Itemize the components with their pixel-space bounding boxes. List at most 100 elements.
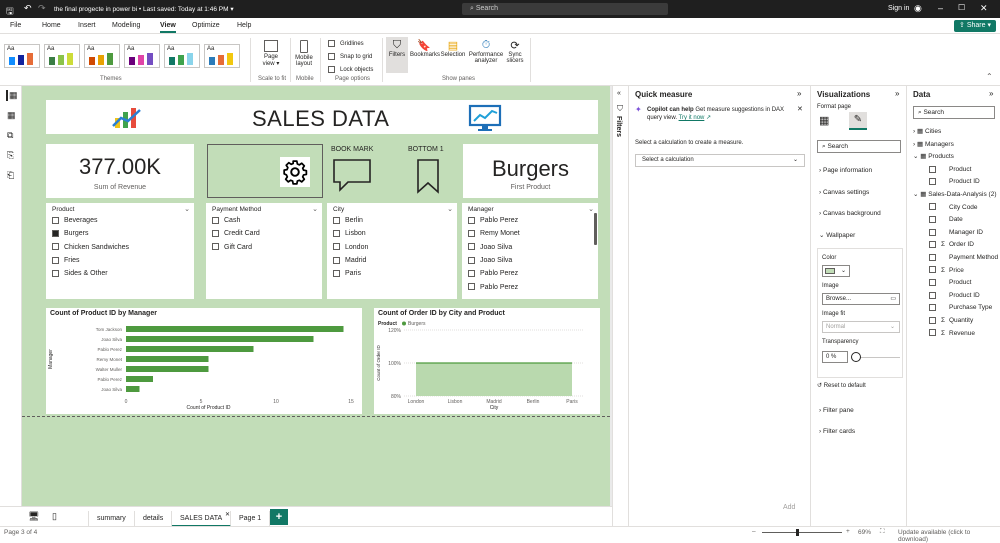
collapse-pane-icon[interactable]: »: [895, 89, 899, 98]
add-button[interactable]: Add: [783, 504, 795, 511]
zoom-thumb[interactable]: [796, 529, 799, 536]
theme-tile[interactable]: Aa: [164, 44, 200, 68]
slicer-checkbox[interactable]: [333, 256, 340, 264]
theme-tile[interactable]: Aa: [204, 44, 240, 68]
slicer-checkbox[interactable]: [333, 216, 340, 224]
city-slicer[interactable]: City ⌄ Berlin Lisbon London Madrid Paris: [327, 203, 457, 299]
data-field[interactable]: Date: [929, 214, 963, 226]
slicer-checkbox[interactable]: [212, 216, 219, 224]
field-checkbox[interactable]: [929, 316, 936, 324]
slicer-item[interactable]: Chicken Sandwiches: [52, 243, 129, 255]
field-checkbox[interactable]: [929, 304, 936, 312]
page-view-button[interactable]: Page view ▾: [258, 38, 284, 67]
settings-button-card[interactable]: [207, 144, 323, 198]
slicer-checkbox[interactable]: [468, 269, 475, 277]
slicer-item[interactable]: Pablo Perez: [468, 269, 518, 281]
collapse-pane-icon[interactable]: »: [797, 89, 801, 98]
update-notice[interactable]: Update available (click to download): [898, 529, 1000, 543]
data-field[interactable]: Σ Quantity: [929, 315, 973, 327]
collapse-pane-icon[interactable]: »: [989, 89, 993, 98]
page-tab-sales-data[interactable]: SALES DATA: [172, 511, 232, 527]
section-wallpaper[interactable]: ⌄ Wallpaper: [819, 229, 855, 243]
slicer-checkbox[interactable]: [52, 269, 59, 277]
slicer-checkbox[interactable]: [52, 216, 59, 224]
build-visual-icon[interactable]: ▦: [819, 114, 829, 127]
data-table[interactable]: ⌄ ▦ Sales-Data-Analysis (2): [913, 189, 997, 201]
slicer-checkbox[interactable]: [212, 243, 219, 251]
snap-check[interactable]: [328, 53, 335, 60]
minimize-button[interactable]: –: [938, 3, 943, 13]
slicer-checkbox[interactable]: [212, 229, 219, 237]
manager-bar-chart[interactable]: Count of Product ID by Manager Tom Jacks…: [46, 308, 362, 414]
tab-view[interactable]: View: [160, 22, 176, 33]
data-table[interactable]: › ▦ Managers: [913, 139, 954, 151]
field-checkbox[interactable]: [929, 253, 936, 261]
filters-pane-button[interactable]: ⛉ Filters: [386, 37, 408, 73]
mobile-view-icon[interactable]: ▯: [52, 511, 57, 522]
tab-file[interactable]: File: [10, 22, 21, 29]
themes-gallery[interactable]: Aa Aa Aa Aa Aa Aa: [4, 40, 244, 74]
dismiss-icon[interactable]: ✕: [797, 105, 803, 113]
field-checkbox[interactable]: [929, 228, 936, 236]
bar[interactable]: [126, 336, 314, 342]
chevron-down-icon[interactable]: ⌄: [184, 205, 190, 213]
zoom-plus[interactable]: +: [846, 528, 850, 535]
slicer-checkbox[interactable]: [468, 229, 475, 237]
theme-tile[interactable]: Aa: [124, 44, 160, 68]
product-slicer[interactable]: Product ⌄ Beverages Burgers Chicken Sandwi…: [46, 203, 194, 299]
bookmark-icon[interactable]: [416, 158, 440, 194]
slicer-item[interactable]: Madrid: [333, 256, 366, 268]
data-field[interactable]: Manager ID: [929, 227, 983, 239]
data-search-input[interactable]: ⌕ Search: [913, 106, 995, 119]
data-field[interactable]: Payment Method: [929, 252, 998, 264]
slicer-item[interactable]: London: [333, 243, 368, 255]
data-table[interactable]: › ▦ Cities: [913, 126, 941, 138]
image-fit-dropdown[interactable]: Normal ⌄: [822, 321, 900, 333]
data-field[interactable]: Σ Price: [929, 265, 964, 277]
slicer-item[interactable]: Fries: [52, 256, 80, 268]
slicer-item[interactable]: Sides & Other: [52, 269, 108, 281]
section-page-information[interactable]: › Page information: [819, 164, 872, 178]
tmdl-view-icon[interactable]: ⎗: [7, 170, 14, 181]
selection-pane-button[interactable]: ▤ Selection: [440, 37, 466, 58]
slicer-checkbox[interactable]: [333, 243, 340, 251]
redo-icon[interactable]: ↷: [38, 3, 46, 14]
desktop-view-icon[interactable]: 🖥: [28, 511, 39, 522]
close-tab-icon[interactable]: ✕: [225, 511, 230, 518]
try-now-link[interactable]: Try it now: [679, 115, 705, 121]
data-field[interactable]: Purchase Type: [929, 302, 992, 314]
slicer-scrollbar[interactable]: [594, 213, 597, 245]
field-checkbox[interactable]: [929, 215, 936, 223]
file-title[interactable]: the final progecte in power bi • Last sa…: [54, 5, 234, 13]
bar[interactable]: [126, 376, 153, 382]
slicer-checkbox[interactable]: [52, 256, 59, 264]
slicer-checkbox[interactable]: [333, 229, 340, 237]
lock-checkbox[interactable]: Lock objects: [328, 66, 373, 73]
field-checkbox[interactable]: [929, 278, 936, 286]
model-view-icon[interactable]: ⧉: [7, 130, 13, 141]
data-field[interactable]: Σ Order ID: [929, 239, 974, 251]
calculation-dropdown[interactable]: Select a calculation ⌄: [635, 154, 805, 167]
gridlines-checkbox[interactable]: Gridlines: [328, 40, 364, 47]
slicer-checkbox[interactable]: [52, 243, 59, 251]
page-tab-summary[interactable]: summary: [88, 511, 135, 527]
slicer-checkbox[interactable]: [333, 269, 340, 277]
field-checkbox[interactable]: [929, 165, 936, 173]
slicer-item[interactable]: Beverages: [52, 216, 97, 228]
slicer-checkbox[interactable]: [468, 283, 475, 291]
field-checkbox[interactable]: [929, 329, 936, 337]
filters-pane-collapsed[interactable]: « ⛉ Filters: [612, 86, 628, 526]
speech-bubble-icon[interactable]: [332, 158, 372, 192]
slicer-item[interactable]: Pablo Perez: [468, 283, 518, 295]
section-filter-pane[interactable]: › Filter pane: [819, 404, 854, 418]
chevron-down-icon[interactable]: ⌄: [447, 205, 453, 213]
slicer-item[interactable]: Credit Card: [212, 229, 260, 241]
tab-optimize[interactable]: Optimize: [192, 22, 220, 29]
slicer-checkbox[interactable]: [468, 256, 475, 264]
slicer-item[interactable]: Lisbon: [333, 229, 366, 241]
payment-slicer[interactable]: Payment Method ⌄ Cash Credit Card Gift Car…: [206, 203, 322, 299]
manager-slicer[interactable]: Manager ⌄ Pablo Perez Remy Monet Joao Silv…: [462, 203, 598, 299]
slicer-item[interactable]: Joao Silva: [468, 243, 512, 255]
bar[interactable]: [126, 326, 344, 332]
bar[interactable]: [126, 366, 209, 372]
